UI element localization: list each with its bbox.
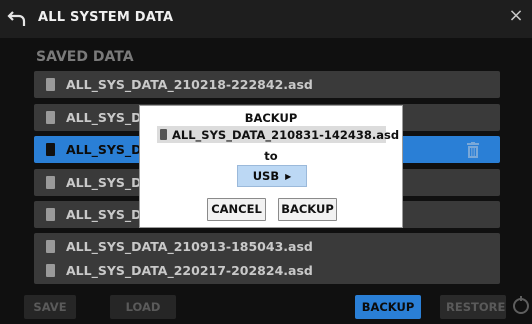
title-bar: ALL SYSTEM DATA × <box>0 0 532 38</box>
cancel-button[interactable]: CANCEL <box>207 198 266 221</box>
file-checkbox[interactable] <box>46 264 55 277</box>
confirm-backup-button[interactable]: BACKUP <box>278 198 337 221</box>
file-name: ALL_SYS_DATA_210913-185043.asd <box>66 239 313 254</box>
destination-value: USB <box>252 169 280 183</box>
encoder-knob[interactable] <box>512 293 530 319</box>
save-button[interactable]: SAVE <box>24 295 76 319</box>
back-button[interactable] <box>7 8 29 30</box>
restore-button[interactable]: RESTORE <box>440 295 506 319</box>
file-name: ALL_SYS_DATA_210218-222842.asd <box>66 77 313 92</box>
back-arrow-icon <box>7 11 26 26</box>
file-checkbox[interactable] <box>46 176 55 189</box>
file-checkbox[interactable] <box>46 240 55 253</box>
section-title: SAVED DATA <box>36 49 134 65</box>
load-button[interactable]: LOAD <box>110 295 176 319</box>
restore-label: RESTORE <box>446 300 506 314</box>
file-checkbox[interactable] <box>46 143 55 156</box>
close-button[interactable]: × <box>506 6 526 26</box>
file-icon <box>160 129 167 140</box>
file-checkbox[interactable] <box>46 78 55 91</box>
file-row[interactable]: ALL_SYS_DATA_220217-202824.asd <box>34 257 500 284</box>
file-checkbox[interactable] <box>46 111 55 124</box>
file-row[interactable]: ALL_SYS_DATA_210913-185043.asd <box>34 233 500 260</box>
dialog-title: BACKUP <box>244 111 298 125</box>
destination-select[interactable]: USB ▶ <box>237 165 307 187</box>
encoder-knob-icon <box>513 296 529 314</box>
screen: ALL SYSTEM DATA × SAVED DATA ALL_SYS_DAT… <box>0 0 532 324</box>
file-row[interactable]: ALL_SYS_DATA_210218-222842.asd <box>34 71 500 98</box>
page-title: ALL SYSTEM DATA <box>38 10 174 25</box>
delete-button[interactable] <box>466 142 480 158</box>
backup-dialog: BACKUP ALL_SYS_DATA_210831-142438.asd to… <box>139 105 403 228</box>
dialog-to-label: to <box>264 149 278 163</box>
close-icon: × <box>508 5 524 26</box>
dialog-file-name: ALL_SYS_DATA_210831-142438.asd <box>172 128 400 142</box>
file-name: ALL_SYS_DATA_220217-202824.asd <box>66 263 313 278</box>
file-checkbox[interactable] <box>46 208 55 221</box>
triangle-right-icon: ▶ <box>285 172 292 181</box>
trash-icon <box>467 142 479 158</box>
backup-button[interactable]: BACKUP <box>355 295 421 319</box>
dialog-file: ALL_SYS_DATA_210831-142438.asd <box>157 126 399 143</box>
